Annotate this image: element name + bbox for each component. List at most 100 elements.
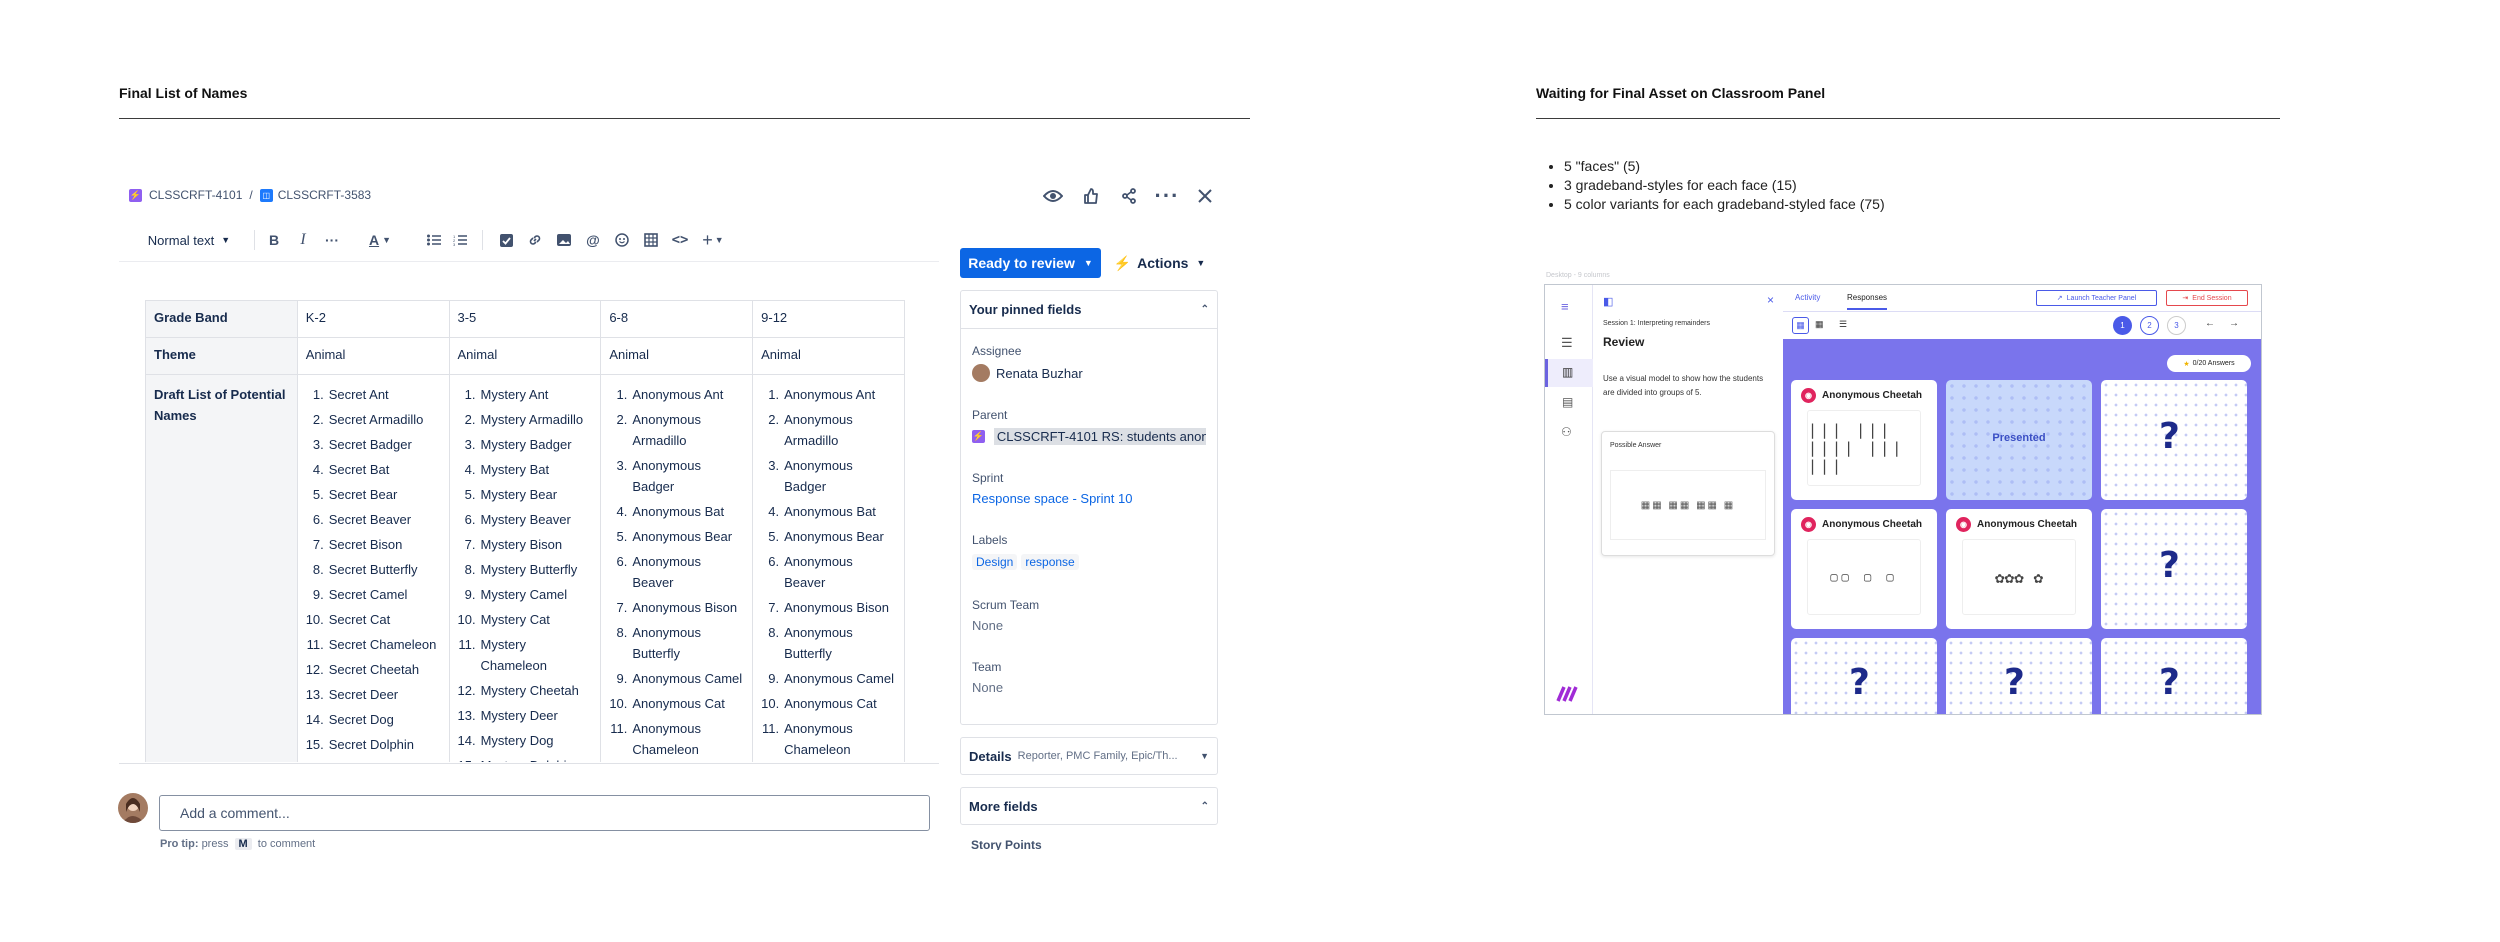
tab-activity[interactable]: Activity (1795, 293, 1820, 302)
response-card-empty[interactable]: ? (1946, 638, 2092, 714)
breadcrumb-parent-key[interactable]: CLSSCRFT-4101 (149, 188, 242, 202)
list-item: 15. Secret Dolphin (305, 737, 415, 752)
response-card[interactable]: ◉ Anonymous Cheetah ▢▢ ▢ ▢ (1791, 509, 1937, 629)
mention-icon[interactable]: @ (583, 228, 603, 252)
list-item: 12. Mystery Cheetah (457, 683, 579, 698)
list-view-icon[interactable]: ☰ (1839, 319, 1847, 330)
bold-icon[interactable]: B (264, 228, 284, 252)
label-chip: Design (972, 554, 1018, 570)
list-item: 11. Secret Chameleon (306, 637, 437, 652)
link-icon[interactable] (525, 228, 545, 252)
bullet-list-icon[interactable] (424, 228, 444, 252)
launch-teacher-panel-button[interactable]: ↗ Launch Teacher Panel (2036, 290, 2157, 306)
list-item: 4. Anonymous Bat (768, 504, 876, 519)
list-item: 5. Secret Bear (312, 487, 398, 502)
response-card-empty[interactable]: ? (2101, 638, 2247, 714)
table-header-cell: Theme (145, 337, 298, 375)
chevron-up-icon: ⌃ (1200, 304, 1209, 315)
question-mark: ? (2159, 416, 2180, 457)
numbered-list-icon[interactable]: 123 (450, 228, 470, 252)
response-card[interactable]: ◉ Anonymous Cheetah ||| ||| |||| ||| ||| (1791, 380, 1937, 500)
response-card-empty[interactable]: ? (1791, 638, 1937, 714)
status-transition-button[interactable]: Ready to review ▼ (960, 248, 1101, 278)
list-item: 14. Mystery Dog (457, 733, 554, 748)
grid-large-view-icon[interactable]: ▦ (1792, 317, 1809, 334)
epic-icon: ⚡ (972, 430, 985, 443)
text-style-dropdown[interactable]: Normal text ▼ (140, 228, 238, 252)
logo-icon (1556, 685, 1580, 703)
responses-area: Activity Responses ↗ Launch Teacher Panel… (1783, 285, 2261, 714)
table-row-grade-band: Grade Band K-2 3-5 6-8 9-12 (145, 300, 905, 338)
list-item: 10. Secret Cat (305, 612, 391, 627)
actions-button[interactable]: ⚡ Actions ▼ (1112, 248, 1207, 278)
table-cell: Animal (296, 337, 450, 375)
italic-icon[interactable]: I (293, 228, 313, 252)
image-icon[interactable] (554, 228, 574, 252)
close-icon[interactable] (1192, 183, 1218, 209)
prev-arrow-icon[interactable]: ← (2205, 318, 2215, 329)
list-item: 3. Mystery Badger (464, 437, 572, 452)
pinned-fields-panel: Your pinned fields ⌃ Assignee Renata Buzh… (960, 290, 1218, 725)
details-section[interactable]: Details Reporter, PMC Family, Epic/Th...… (960, 737, 1218, 775)
possible-answer-card: Possible Answer ▦▦ ▦▦ ▦▦ ▦ (1601, 431, 1775, 556)
like-thumb-icon[interactable] (1078, 183, 1104, 209)
table-cell: 6-8 (600, 300, 754, 338)
share-icon[interactable] (1116, 183, 1142, 209)
team-field[interactable]: None (972, 680, 1206, 695)
label-chip: response (1021, 554, 1079, 570)
list-item: 16.Secret Duck (306, 759, 441, 762)
table-cell: Animal (448, 337, 602, 375)
names-table-viewport[interactable]: Grade Band K-2 3-5 6-8 9-12 Theme Animal… (145, 300, 905, 762)
page-1-button[interactable]: 1 (2113, 316, 2132, 335)
comment-input[interactable]: Add a comment... (159, 795, 930, 831)
question-mark: ? (2159, 545, 2180, 586)
parent-field[interactable]: ⚡ CLSSCRFT-4101 RS: students anony (972, 428, 1206, 445)
chevron-down-icon: ▼ (1083, 258, 1093, 268)
question-mark: ? (2159, 662, 2180, 703)
response-card[interactable]: ◉ Anonymous Cheetah ✿✿✿ ✿ (1946, 509, 2092, 629)
table-icon[interactable] (641, 228, 661, 252)
student-avatar-icon: ◉ (1801, 388, 1816, 403)
tab-responses[interactable]: Responses (1847, 293, 1888, 310)
end-session-button[interactable]: ⇥ End Session (2166, 290, 2248, 306)
response-card-empty[interactable]: ? (2101, 509, 2247, 629)
name-list: 1. Anonymous Ant 2. Anonymous Armadillo 3. An… (761, 384, 896, 762)
checkbox-icon[interactable] (496, 228, 516, 252)
scrum-team-field[interactable]: None (972, 618, 1206, 633)
list-item: 9. Secret Camel (312, 587, 408, 602)
list-item: 9. Anonymous Camel (768, 671, 894, 686)
pinned-fields-header[interactable]: Your pinned fields ⌃ (961, 291, 1217, 329)
more-icon[interactable]: ··· (1154, 183, 1180, 209)
chevron-down-icon: ▼ (1200, 751, 1209, 761)
list-item: 10. Anonymous Cat (761, 696, 877, 711)
code-icon[interactable]: <> (670, 228, 690, 252)
next-arrow-icon[interactable]: → (2229, 318, 2239, 329)
response-card-presented[interactable]: Presented (1946, 380, 2092, 500)
response-card-empty[interactable]: ? (2101, 380, 2247, 500)
emoji-icon[interactable] (612, 228, 632, 252)
exit-icon: ⇥ (2182, 295, 2189, 302)
tally-sketch: ||| ||| |||| ||| ||| (1807, 410, 1921, 486)
page-3-button[interactable]: 3 (2167, 316, 2186, 335)
breadcrumb-issue-key[interactable]: CLSSCRFT-3583 (278, 188, 371, 202)
book-icon: ▤ (1562, 395, 1574, 409)
menu-icon: ≡ (1561, 299, 1569, 314)
list-item: 1. Mystery Ant (464, 387, 549, 402)
pro-tip: Pro tip: press M to comment (160, 838, 316, 850)
text-color-icon[interactable]: A ▼ (365, 228, 395, 252)
instruction-pane: ◧ × Session 1: Interpreting remainders R… (1593, 285, 1783, 714)
assignee-field[interactable]: Renata Buzhar (972, 364, 1206, 382)
sprint-link[interactable]: Response space - Sprint 10 (972, 491, 1206, 506)
insert-plus-icon[interactable]: + ▼ (698, 228, 728, 252)
more-fields-section[interactable]: More fields ⌃ (960, 787, 1218, 825)
labels-field[interactable]: Design response (972, 553, 1206, 571)
external-link-icon: ↗ (2056, 295, 2063, 302)
page-2-button[interactable]: 2 (2140, 316, 2159, 335)
watch-eye-icon[interactable] (1040, 183, 1066, 209)
grid-small-view-icon[interactable]: ▦ (1815, 319, 1824, 330)
more-formatting-icon[interactable]: ··· (320, 228, 344, 252)
list-item: 6. Secret Beaver (312, 512, 412, 527)
name-list: 1. Anonymous Ant 2. Anonymous Armadillo 3. An… (609, 384, 744, 762)
name-list: 1. Secret Ant 2. Secret Armadillo 3. Secret B… (306, 384, 441, 762)
table-cell: Animal (752, 337, 905, 375)
